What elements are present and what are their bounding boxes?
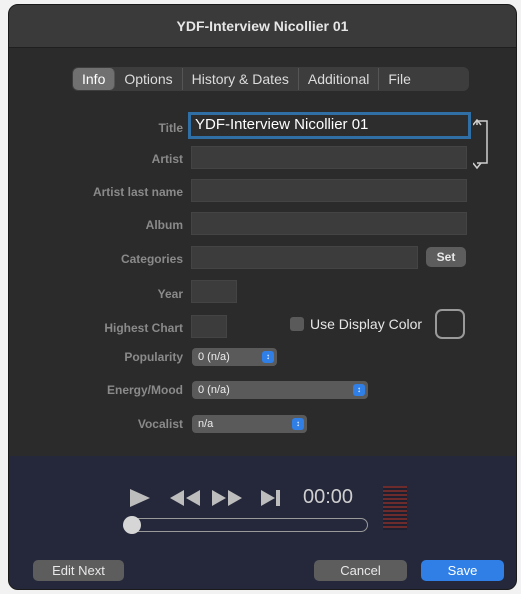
title-bar: YDF-Interview Nicollier 01: [9, 5, 516, 48]
highest-chart-label: Highest Chart: [104, 321, 183, 335]
popularity-label: Popularity: [124, 350, 183, 364]
editor-window: YDF-Interview Nicollier 01 Info Options …: [8, 4, 517, 590]
vocalist-select[interactable]: n/a ↕: [192, 415, 307, 433]
progress-knob[interactable]: [123, 516, 141, 534]
popularity-value: 0 (n/a): [198, 351, 230, 363]
use-display-color-label: Use Display Color: [310, 316, 423, 332]
popularity-select[interactable]: 0 (n/a) ↕: [192, 348, 277, 366]
energy-mood-value: 0 (n/a): [198, 384, 230, 396]
tab-options[interactable]: Options: [115, 68, 183, 90]
tab-info[interactable]: Info: [73, 68, 116, 90]
use-display-color-checkbox[interactable]: [290, 317, 304, 331]
artist-field[interactable]: [191, 146, 467, 169]
title-label: Title: [158, 121, 183, 135]
play-icon[interactable]: [128, 488, 152, 508]
skip-to-end-icon[interactable]: [260, 489, 282, 507]
artist-last-name-label: Artist last name: [92, 185, 183, 199]
highest-chart-field[interactable]: [191, 315, 227, 338]
time-display: 00:00: [303, 486, 354, 508]
chevron-updown-icon: ↕: [292, 418, 304, 430]
display-color-swatch[interactable]: [435, 309, 465, 339]
chevron-updown-icon: ↕: [262, 351, 274, 363]
tab-bar: Info Options History & Dates Additional …: [72, 67, 469, 91]
edit-next-button[interactable]: Edit Next: [33, 560, 124, 581]
fast-forward-icon[interactable]: [211, 489, 243, 507]
rewind-icon[interactable]: [169, 489, 201, 507]
level-meter: [383, 486, 407, 530]
vocalist-value: n/a: [198, 418, 214, 430]
tab-history-dates[interactable]: History & Dates: [183, 68, 299, 90]
energy-mood-select[interactable]: 0 (n/a) ↕: [192, 381, 368, 399]
categories-label: Categories: [120, 252, 183, 266]
year-field[interactable]: [191, 280, 237, 303]
cancel-button[interactable]: Cancel: [314, 560, 407, 581]
artist-last-name-field[interactable]: [191, 179, 467, 202]
categories-field[interactable]: [191, 246, 418, 269]
tab-file[interactable]: File: [379, 68, 420, 90]
energy-mood-label: Energy/Mood: [106, 383, 183, 397]
vocalist-label: Vocalist: [137, 417, 183, 431]
window-title: YDF-Interview Nicollier 01: [176, 18, 349, 34]
progress-track[interactable]: [124, 518, 368, 532]
chevron-updown-icon: ↕: [353, 384, 365, 396]
title-field[interactable]: YDF-Interview Nicollier 01: [188, 112, 471, 139]
link-bracket-icon[interactable]: [473, 119, 493, 171]
save-button[interactable]: Save: [421, 560, 504, 581]
year-label: Year: [157, 287, 183, 301]
album-label: Album: [145, 218, 183, 232]
album-field[interactable]: [191, 212, 467, 235]
artist-label: Artist: [151, 152, 183, 166]
categories-set-button[interactable]: Set: [426, 247, 466, 267]
tab-additional[interactable]: Additional: [299, 68, 380, 90]
